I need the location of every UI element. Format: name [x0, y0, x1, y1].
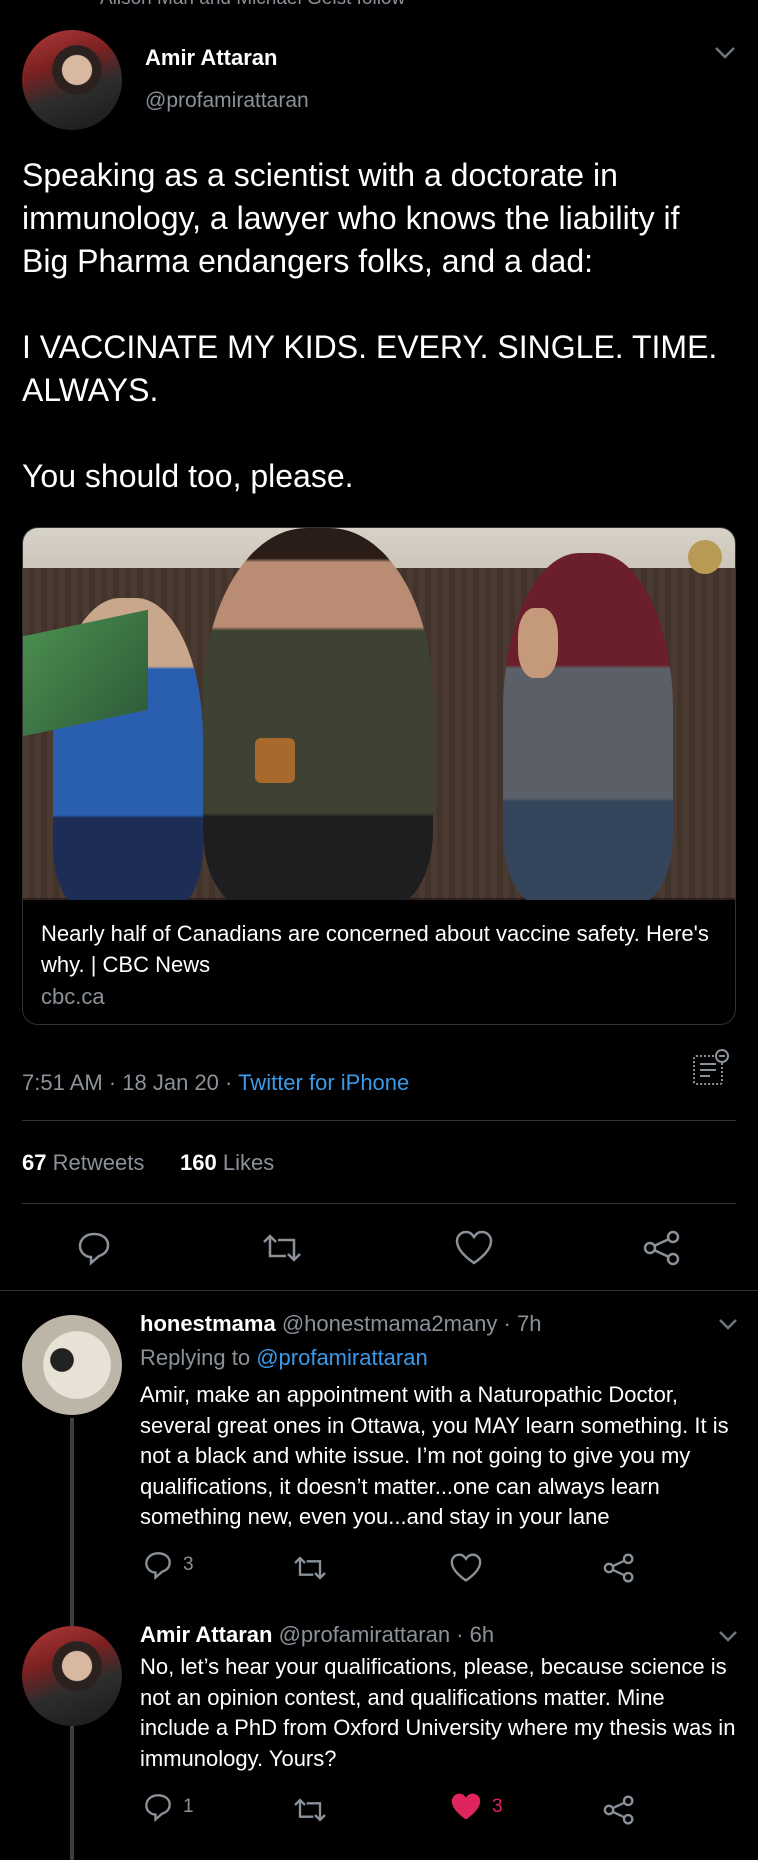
like-button[interactable]: 3 [450, 1792, 503, 1822]
share-button[interactable] [603, 1795, 635, 1825]
tweet-timestamp: 7:51 AM · 18 Jan 20 · Twitter for iPhone [22, 1070, 410, 1095]
author-handle[interactable]: @profamirattaran [145, 89, 309, 113]
retweet-icon [263, 1234, 301, 1262]
tweet-text: Speaking as a scientist with a doctorate… [22, 154, 732, 498]
tweet-paragraph: I VACCINATE MY KIDS. EVERY. SINGLE. TIME… [22, 329, 718, 408]
reply-button[interactable] [76, 1230, 112, 1266]
reply-count: 3 [183, 1554, 194, 1575]
social-context: Alison Man and Michael Geist follow [100, 0, 405, 10]
chevron-down-icon[interactable] [718, 1318, 738, 1330]
reply-icon [145, 1794, 171, 1822]
retweet-button[interactable] [293, 1553, 327, 1583]
reply-button[interactable]: 1 [143, 1792, 194, 1822]
like-button[interactable] [450, 1553, 482, 1583]
share-button[interactable] [603, 1553, 635, 1583]
share-icon [643, 1230, 680, 1266]
heart-filled-icon [451, 1793, 481, 1820]
reply-header: honestmama @honestmama2many · 7h [140, 1311, 542, 1336]
link-card[interactable]: Nearly half of Canadians are concerned a… [22, 527, 736, 1025]
card-title: Nearly half of Canadians are concerned a… [41, 921, 709, 977]
share-icon [603, 1795, 634, 1825]
author-name[interactable]: Amir Attaran [145, 45, 277, 71]
mention-link[interactable]: @profamirattaran [256, 1345, 428, 1370]
analytics-icon[interactable] [690, 1048, 730, 1088]
share-button[interactable] [643, 1230, 681, 1266]
reply-author-handle[interactable]: @honestmama2many [282, 1311, 498, 1336]
reply-button[interactable]: 3 [143, 1550, 194, 1580]
reply-text: No, let’s hear your qualifications, plea… [140, 1654, 736, 1771]
reply-author-name[interactable]: honestmama [140, 1311, 276, 1336]
heart-icon [455, 1230, 493, 1265]
like-button[interactable] [455, 1230, 493, 1266]
card-image [23, 528, 735, 900]
tweet-paragraph: You should too, please. [22, 458, 354, 494]
card-domain: cbc.ca [41, 984, 105, 1009]
retweet-icon [294, 1798, 326, 1822]
like-count: 3 [492, 1796, 503, 1817]
reply-avatar[interactable] [22, 1315, 122, 1415]
reply-icon [145, 1552, 171, 1580]
chevron-down-icon[interactable] [714, 46, 736, 60]
reply-age: 7h [516, 1311, 542, 1336]
reply-count: 1 [183, 1796, 194, 1817]
reply-author-name[interactable]: Amir Attaran [140, 1622, 272, 1647]
reply-header: Amir Attaran @profamirattaran · 6h [140, 1622, 495, 1647]
tweet-paragraph: Speaking as a scientist with a doctorate… [22, 157, 680, 279]
reply-author-handle[interactable]: @profamirattaran [279, 1622, 451, 1647]
retweet-button[interactable] [293, 1795, 327, 1825]
retweet-button[interactable] [262, 1230, 302, 1266]
reply-age: 6h [469, 1622, 495, 1647]
share-icon [603, 1553, 634, 1583]
retweet-icon [294, 1556, 326, 1580]
source-link[interactable]: Twitter for iPhone [238, 1070, 409, 1095]
replying-to: Replying to @profamirattaran [140, 1345, 428, 1370]
reply-avatar[interactable] [22, 1626, 122, 1726]
retweet-stats[interactable]: 67 Retweets [22, 1150, 144, 1176]
reply-icon [78, 1232, 110, 1266]
like-stats[interactable]: 160 Likes [180, 1150, 274, 1176]
chevron-down-icon[interactable] [718, 1630, 738, 1642]
heart-icon [450, 1553, 482, 1582]
author-avatar[interactable] [22, 30, 122, 130]
reply-text: Amir, make an appointment with a Naturop… [140, 1382, 729, 1529]
